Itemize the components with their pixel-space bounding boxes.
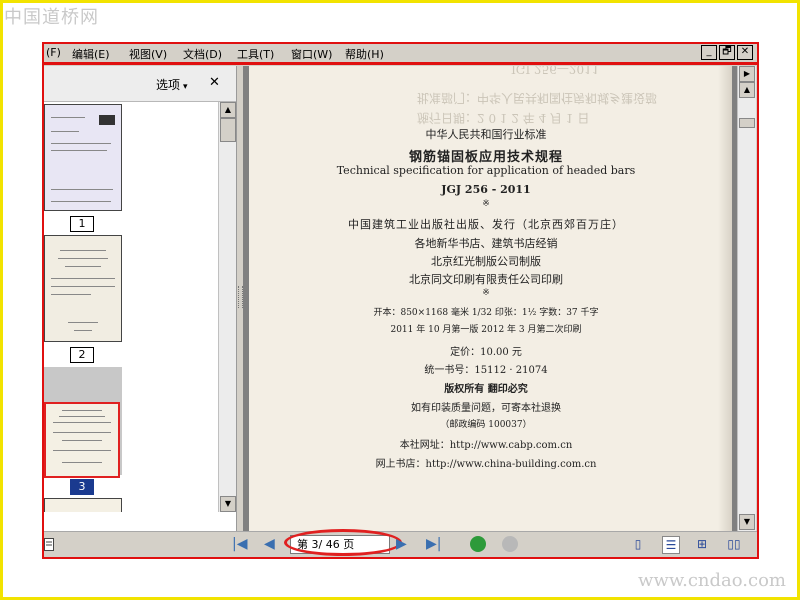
thumb-text-line: [51, 286, 115, 287]
page-thumbnail-3[interactable]: [44, 402, 120, 478]
scrollbar-thumb[interactable]: [739, 118, 755, 128]
page-thumbnail-1[interactable]: [44, 104, 122, 211]
plate-maker-line: 北京红光制版公司制版: [431, 255, 541, 268]
options-label: 选项: [156, 78, 181, 92]
single-page-view-icon[interactable]: ▯: [630, 536, 646, 552]
bleed-through-text: 施行日期：2 0 1 2 年 4 月 1 日: [417, 111, 590, 125]
previous-page-icon[interactable]: ◀: [264, 536, 275, 552]
last-page-icon[interactable]: ▶|: [426, 536, 441, 552]
thumb-text-line: [65, 266, 101, 267]
facing-view-icon[interactable]: ▯▯: [726, 536, 742, 552]
scroll-up-arrow-icon[interactable]: ▶: [739, 66, 755, 82]
thumb-text-line: [68, 322, 98, 323]
document-title: 钢筋锚固板应用技术规程: [408, 150, 563, 165]
panel-close-button[interactable]: ✕: [209, 75, 220, 90]
menu-bar: (F) 编辑(E) 视图(V) 文档(D) 工具(T) 窗口(W) 帮助(H) …: [44, 44, 757, 62]
thumb-text-line: [59, 416, 105, 417]
page-number-2[interactable]: 2: [70, 347, 94, 363]
format-line: 开本：850×1168 毫米 1/32 印张：1½ 字数：37 千字: [373, 308, 599, 318]
document-title-english: Technical specification for application …: [336, 164, 636, 177]
bleed-through-text: JGJ 256—2011: [511, 66, 600, 76]
printer-line: 北京同文印刷有限责任公司印刷: [409, 273, 563, 286]
pages-panel-header: 选项 ▾ ✕: [44, 66, 236, 102]
thumb-text-line: [53, 450, 111, 451]
pages-panel: 选项 ▾ ✕ 1 2 3 ▲ ▼: [44, 66, 237, 531]
edition-line: 2011 年 10 月第一版 2012 年 3 月第二次印刷: [390, 325, 582, 335]
website-line: 本社网址：http://www.cabp.com.cn: [399, 440, 573, 451]
separator-mark: ※: [482, 288, 490, 298]
toolbar-divider: [44, 62, 757, 65]
menu-tools[interactable]: 工具(T): [237, 46, 274, 62]
options-dropdown[interactable]: 选项 ▾: [156, 76, 188, 93]
thumb-text-line: [51, 143, 111, 144]
next-page-icon[interactable]: ▶: [396, 536, 407, 552]
watermark-logo: 中国道桥网: [4, 7, 99, 28]
page-number-3[interactable]: 3: [70, 479, 94, 495]
page-number-1[interactable]: 1: [70, 216, 94, 232]
chevron-down-icon: ▾: [183, 82, 188, 92]
book-number-line: 统一书号：15112 · 21074: [424, 365, 548, 376]
document-scrollbar[interactable]: ▶ ▲ ▼: [737, 66, 756, 531]
continuous-view-icon[interactable]: ☰: [662, 536, 680, 554]
page-thumbnail-4[interactable]: [44, 498, 122, 512]
restore-button[interactable]: 🗗: [719, 45, 735, 60]
price-line: 定价：10.00 元: [450, 347, 522, 358]
standard-logo-icon: [99, 115, 115, 125]
document-viewer: JGJ 256—2011 批准部门：中华人民共和国住房和城乡建设部 施行日期：2…: [243, 66, 737, 531]
thumb-text-line: [51, 201, 111, 202]
thumb-text-line: [62, 410, 102, 411]
annotation-circle: [284, 529, 402, 556]
window-controls: _ 🗗 ✕: [701, 45, 753, 60]
forward-arrow-icon[interactable]: [502, 536, 518, 552]
menu-file[interactable]: (F): [46, 46, 61, 59]
close-window-button[interactable]: ✕: [737, 45, 753, 60]
thumb-text-line: [60, 250, 106, 251]
menu-help[interactable]: 帮助(H): [345, 46, 384, 62]
menu-window[interactable]: 窗口(W): [291, 46, 332, 62]
postal-code-line: （邮政编码 100037）: [440, 420, 532, 430]
back-arrow-icon[interactable]: [470, 536, 486, 552]
thumbnail-scrollbar[interactable]: ▲ ▼: [218, 102, 236, 512]
watermark-url: www.cndao.com: [638, 570, 786, 591]
menu-view[interactable]: 视图(V): [129, 46, 167, 62]
scroll-down-arrow-icon[interactable]: ▼: [220, 496, 236, 512]
standard-code: JGJ 256 - 2011: [441, 183, 531, 196]
thumb-text-line: [51, 278, 115, 279]
menu-document[interactable]: 文档(D): [183, 46, 222, 62]
publisher-line: 中国建筑工业出版社出版、发行（北京西郊百万庄）: [348, 218, 624, 231]
thumb-text-line: [51, 294, 91, 295]
menu-edit[interactable]: 编辑(E): [72, 46, 110, 62]
panel-toggle-icon[interactable]: [44, 538, 54, 552]
scroll-up-arrow-icon[interactable]: ▲: [739, 82, 755, 98]
thumb-text-line: [51, 117, 85, 118]
scrollbar-thumb[interactable]: [220, 118, 236, 142]
distributor-line: 各地新华书店、建筑书店经销: [414, 237, 558, 250]
pdf-reader-window: (F) 编辑(E) 视图(V) 文档(D) 工具(T) 窗口(W) 帮助(H) …: [42, 42, 759, 559]
thumb-text-line: [51, 150, 107, 151]
thumb-text-line: [53, 432, 111, 433]
separator-mark: ※: [482, 199, 490, 209]
minimize-button[interactable]: _: [701, 45, 717, 60]
bleed-through-text: 批准部门：中华人民共和国住房和城乡建设部: [417, 91, 658, 105]
thumb-text-line: [62, 440, 102, 441]
thumb-text-line: [58, 258, 108, 259]
page-thumbnails: 1 2 3: [44, 102, 218, 512]
thumb-text-line: [51, 131, 79, 132]
thumb-text-line: [51, 189, 113, 190]
scroll-down-arrow-icon[interactable]: ▼: [739, 514, 755, 530]
scroll-up-arrow-icon[interactable]: ▲: [220, 102, 236, 118]
grid-view-icon[interactable]: ⊞: [694, 536, 710, 552]
page-thumbnail-2[interactable]: [44, 235, 122, 342]
thumb-text-line: [53, 422, 111, 423]
document-page: JGJ 256—2011 批准部门：中华人民共和国住房和城乡建设部 施行日期：2…: [249, 66, 732, 531]
online-store-line: 网上书店：http://www.china-building.com.cn: [375, 459, 597, 470]
standard-category: 中华人民共和国行业标准: [425, 128, 547, 141]
thumb-text-line: [62, 462, 102, 463]
copyright-line: 版权所有 翻印必究: [444, 384, 528, 395]
thumb-text-line: [74, 330, 92, 331]
return-notice-line: 如有印装质量问题，可寄本社退换: [411, 403, 561, 414]
status-bar: |◀ ◀ 第 3/ 46 页 ▶ ▶| ▯ ☰ ⊞ ▯▯: [44, 529, 757, 557]
first-page-icon[interactable]: |◀: [232, 536, 247, 552]
